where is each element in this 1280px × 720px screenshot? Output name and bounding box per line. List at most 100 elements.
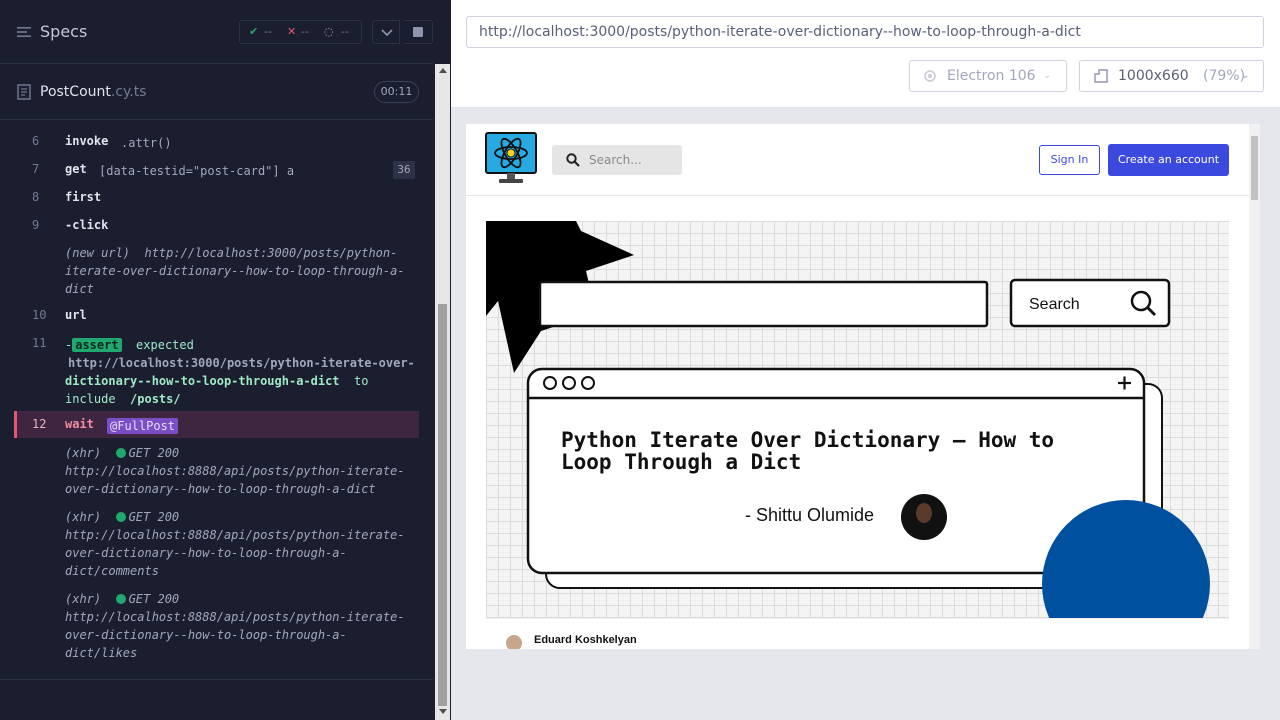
cross-icon: ✕ — [287, 25, 297, 38]
cover-illustration — [486, 221, 1210, 618]
ruler-icon — [1094, 69, 1108, 83]
spec-name: PostCount — [40, 84, 111, 100]
pending-count: -- — [341, 25, 349, 38]
command-name: url — [65, 308, 87, 322]
scroll-up-icon[interactable] — [439, 68, 447, 73]
event-label: (xhr) — [65, 446, 102, 460]
reporter-footer-divider — [0, 679, 433, 680]
runner-topbar: http://localhost:3000/posts/python-itera… — [451, 0, 1280, 108]
event-label: (new url) — [65, 246, 131, 260]
xhr-url-line: dict/comments — [65, 564, 159, 578]
status-dot-icon — [115, 594, 126, 604]
xhr-url-line: dict/likes — [65, 646, 138, 660]
spec-duration: 00:11 — [374, 81, 419, 103]
event-line: (new url) http://localhost:3000/posts/py… — [65, 244, 397, 262]
pending-icon: ◌ — [324, 25, 334, 38]
assert-value: /posts/ — [130, 392, 181, 406]
specs-title[interactable]: Specs — [40, 22, 87, 41]
aut-scrollbar[interactable] — [1249, 124, 1260, 649]
aut-scrollbar-thumb[interactable] — [1251, 136, 1258, 200]
atom-monitor-logo-icon[interactable] — [485, 132, 537, 184]
runner-panel: http://localhost:3000/posts/python-itera… — [451, 0, 1280, 720]
xhr-line: (xhr) GET 200 — [65, 508, 179, 526]
command-number: 8 — [32, 190, 40, 204]
assert-badge: assert — [72, 338, 122, 352]
assert-to: to — [354, 374, 369, 388]
command-number: 12 — [32, 417, 47, 431]
assert-line: include /posts/ — [65, 390, 181, 408]
search-placeholder: Search... — [589, 153, 642, 167]
scrollbar-thumb[interactable] — [438, 304, 447, 706]
event-label: (xhr) — [65, 510, 102, 524]
stop-button[interactable] — [404, 20, 433, 44]
spec-file-row[interactable]: PostCount.cy.ts 00:11 — [0, 64, 433, 120]
scroll-down-icon[interactable] — [439, 709, 447, 714]
element-count-badge: 36 — [393, 161, 415, 179]
xhr-status: GET 200 — [128, 510, 180, 524]
command-number: 10 — [32, 308, 47, 322]
command-name: first — [65, 190, 102, 204]
xhr-url-line: over-dictionary--how-to-loop-through-a-d… — [65, 482, 376, 496]
status-dot-icon — [115, 448, 126, 458]
assert-line: - assert expected — [65, 336, 194, 354]
reporter-scrollbar[interactable] — [435, 64, 450, 720]
check-icon: ✔ — [249, 25, 259, 38]
browser-icon — [924, 70, 936, 82]
chevron-down-icon: ⌄ — [1241, 70, 1250, 81]
command-number: 9 — [32, 218, 40, 232]
aut-url-bar[interactable]: http://localhost:3000/posts/python-itera… — [466, 16, 1264, 48]
aut-viewport: Search... Sign In Create an account Sear… — [466, 124, 1260, 649]
create-account-button[interactable]: Create an account — [1108, 144, 1229, 176]
menu-icon[interactable] — [16, 24, 32, 40]
cover-search-label: Search — [1029, 296, 1080, 313]
post-author-row: Eduard Koshkelyan — [486, 618, 1229, 649]
event-label: (xhr) — [65, 592, 102, 606]
command-message: @FullPost — [107, 417, 179, 435]
test-stats: ✔ -- ✕ -- ◌ -- — [239, 20, 362, 44]
article-cover-image: Search Python Iterate Over Dictionary – … — [486, 221, 1229, 618]
browser-selector[interactable]: Electron 106 ⌄ — [909, 60, 1067, 92]
xhr-status: GET 200 — [128, 592, 180, 606]
xhr-url-line: http://localhost:8888/api/posts/python-i… — [65, 610, 405, 624]
author-name[interactable]: Eduard Koshkelyan — [534, 634, 637, 646]
xhr-url-line: over-dictionary--how-to-loop-through-a- — [65, 628, 347, 642]
cover-author: - Shittu Olumide — [745, 505, 875, 525]
reporter-header: Specs ✔ -- ✕ -- ◌ -- — [0, 0, 433, 64]
command-number: 7 — [32, 162, 40, 176]
viewport-selector[interactable]: 1000x660 (79%) ⌄ — [1079, 60, 1264, 92]
spec-ext: .cy.ts — [110, 84, 147, 100]
event-url-line: http://localhost:3000/posts/python- — [144, 246, 398, 260]
command-name: -click — [65, 218, 109, 232]
document-icon — [17, 84, 31, 100]
xhr-line: (xhr) GET 200 — [65, 590, 179, 608]
xhr-line: (xhr) GET 200 — [65, 444, 179, 462]
assert-expected: expected — [136, 338, 194, 352]
xhr-url-line: http://localhost:8888/api/posts/python-i… — [65, 528, 405, 542]
assert-url-line: dictionary--how-to-loop-through-a-dict — [65, 374, 340, 388]
failed-count: -- — [301, 25, 309, 38]
assert-include: include — [65, 392, 116, 406]
command-name: invoke — [65, 134, 109, 148]
sign-in-button[interactable]: Sign In — [1039, 145, 1100, 175]
cover-title: Python Iterate Over Dictionary – How to … — [561, 428, 1055, 474]
command-message: [data-testid="post-card"] a — [99, 164, 295, 178]
site-search-input[interactable]: Search... — [552, 145, 682, 175]
command-log: 6 invoke .attr() 7 get [data-testid="pos… — [14, 120, 419, 668]
viewport-zoom: (79%) — [1203, 68, 1246, 84]
stop-icon — [413, 27, 423, 37]
search-icon — [566, 153, 580, 167]
command-name: wait — [65, 417, 94, 431]
browser-name: Electron 106 — [947, 68, 1036, 84]
expand-button[interactable] — [372, 20, 400, 44]
passed-count: -- — [264, 25, 272, 38]
spec-file-name: PostCount.cy.ts — [40, 84, 147, 100]
assert-url-line: http://localhost:3000/posts/python-itera… — [68, 356, 415, 370]
avatar[interactable] — [506, 635, 522, 649]
viewport-size: 1000x660 — [1118, 68, 1189, 84]
status-dot-icon — [115, 512, 126, 522]
xhr-url-line: http://localhost:8888/api/posts/python-i… — [65, 464, 405, 478]
xhr-status: GET 200 — [128, 446, 180, 460]
event-url-line: iterate-over-dictionary--how-to-loop-thr… — [65, 264, 405, 278]
command-number: 6 — [32, 134, 40, 148]
xhr-url-line: over-dictionary--how-to-loop-through-a- — [65, 546, 347, 560]
